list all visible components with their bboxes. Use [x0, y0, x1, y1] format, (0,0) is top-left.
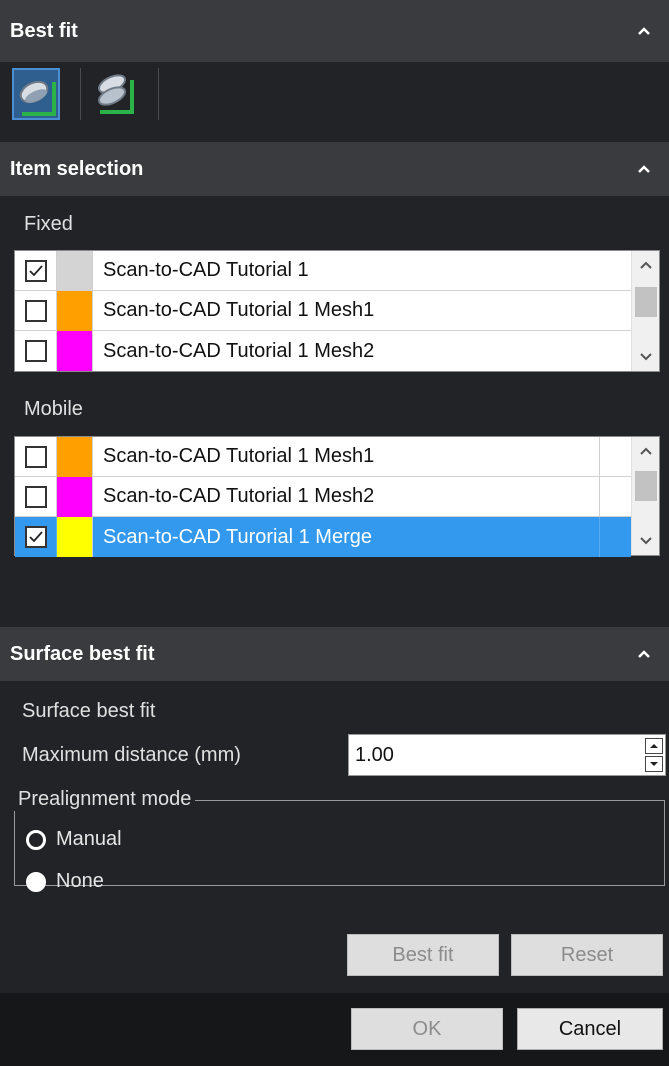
list-item[interactable]: Scan-to-CAD Tutorial 1 Mesh1 [15, 436, 631, 477]
fixed-list-scrollbar[interactable] [631, 251, 659, 371]
item-name: Scan-to-CAD Tutorial 1 [103, 259, 309, 281]
color-swatch [57, 436, 93, 477]
color-swatch [57, 250, 93, 291]
checkbox[interactable] [24, 526, 47, 548]
checkbox[interactable] [24, 259, 47, 282]
radio-button[interactable] [26, 829, 46, 850]
color-swatch [57, 476, 93, 517]
checkmark-icon [28, 264, 43, 276]
radio-manual[interactable]: Manual [26, 828, 122, 851]
item-name: Scan-to-CAD Tutorial 1 Mesh2 [103, 485, 375, 507]
spin-up-icon[interactable] [645, 738, 663, 754]
scroll-up-icon[interactable] [632, 251, 660, 279]
mobile-label: Mobile [24, 398, 83, 420]
fixed-label: Fixed [24, 213, 73, 235]
scroll-thumb[interactable] [635, 287, 657, 317]
surface-best-fit-tool-button[interactable] [12, 68, 60, 120]
color-swatch [57, 331, 93, 371]
ok-button[interactable]: OK [351, 1008, 503, 1050]
radio-none[interactable]: None [26, 870, 104, 893]
list-item[interactable]: Scan-to-CAD Tutorial 1 Mesh2 [15, 476, 631, 517]
spin-down-icon[interactable] [645, 756, 663, 772]
checkbox[interactable] [24, 445, 47, 468]
reset-button[interactable]: Reset [511, 934, 663, 976]
fixed-list[interactable]: Scan-to-CAD Tutorial 1 Scan-to-CAD Tutor… [14, 250, 660, 372]
item-name: Scan-to-CAD Tutorial 1 Mesh1 [103, 299, 375, 321]
collapse-chevron-icon[interactable] [637, 26, 651, 36]
surface-best-fit-title: Surface best fit [10, 642, 155, 665]
best-fit-button[interactable]: Best fit [347, 934, 499, 976]
surface-best-fit-icon [19, 80, 56, 116]
multi-best-fit-icon [97, 74, 134, 114]
scroll-down-icon[interactable] [632, 527, 660, 555]
max-distance-input[interactable]: 1.00 [348, 734, 666, 776]
list-item[interactable]: Scan-to-CAD Tutorial 1 [15, 250, 631, 291]
item-name: Scan-to-CAD Turorial 1 Merge [103, 525, 372, 548]
surface-best-fit-subtitle: Surface best fit [22, 700, 156, 722]
checkmark-icon [28, 531, 43, 543]
list-item-selected[interactable]: Scan-to-CAD Turorial 1 Merge [15, 517, 631, 557]
best-fit-header[interactable]: Best fit [0, 0, 669, 62]
list-item[interactable]: Scan-to-CAD Tutorial 1 Mesh2 [15, 331, 631, 371]
collapse-chevron-icon[interactable] [637, 649, 651, 659]
item-selection-title: Item selection [10, 157, 144, 180]
cancel-button[interactable]: Cancel [517, 1008, 663, 1050]
item-name: Scan-to-CAD Tutorial 1 Mesh1 [103, 445, 375, 467]
mobile-list-scrollbar[interactable] [631, 437, 659, 555]
radio-manual-label: Manual [56, 828, 122, 850]
scroll-down-icon[interactable] [632, 343, 660, 371]
item-name: Scan-to-CAD Tutorial 1 Mesh2 [103, 339, 375, 362]
color-swatch [57, 290, 93, 331]
radio-none-label: None [56, 870, 104, 892]
scroll-up-icon[interactable] [632, 437, 660, 465]
checkbox[interactable] [24, 485, 47, 508]
list-item[interactable]: Scan-to-CAD Tutorial 1 Mesh1 [15, 290, 631, 331]
max-distance-value: 1.00 [355, 744, 394, 766]
checkbox[interactable] [24, 340, 47, 362]
prealignment-title: Prealignment mode [14, 788, 196, 811]
best-fit-title: Best fit [10, 19, 78, 42]
mobile-list[interactable]: Scan-to-CAD Tutorial 1 Mesh1 Scan-to-CAD… [14, 436, 660, 557]
multi-best-fit-tool-button[interactable] [92, 68, 140, 120]
max-distance-label: Maximum distance (mm) [22, 744, 241, 766]
scroll-thumb[interactable] [635, 471, 657, 501]
surface-best-fit-header[interactable]: Surface best fit [0, 627, 669, 681]
color-swatch [57, 517, 93, 557]
item-selection-header[interactable]: Item selection [0, 142, 669, 196]
best-fit-toolbar [0, 62, 669, 126]
radio-button[interactable] [26, 871, 46, 892]
checkbox[interactable] [24, 299, 47, 322]
collapse-chevron-icon[interactable] [637, 164, 651, 174]
